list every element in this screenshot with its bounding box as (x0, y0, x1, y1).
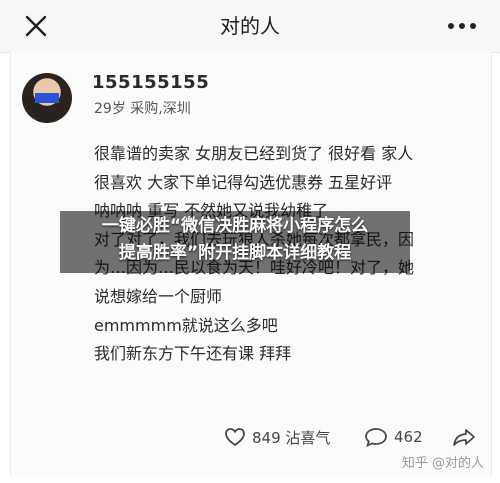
comment-button[interactable]: 462 (364, 424, 423, 450)
action-bar: 849 沾喜气 462 (0, 420, 500, 454)
heart-icon (225, 428, 245, 447)
avatar-censor-bar (35, 93, 59, 103)
message-line: 我们新东方下午还有课 拜拜 (94, 344, 292, 364)
message-line: 很喜欢 大家下单记得勾选优惠券 五星好评 (94, 172, 393, 192)
message-line: emmmmm就说这么多吧 (94, 315, 278, 335)
user-meta: 29岁 采购,深圳 (94, 101, 191, 117)
more-icon (448, 23, 476, 29)
share-button[interactable] (452, 424, 482, 450)
message-line: 说想嫁给一个厨师 (94, 286, 223, 306)
banner-line: 一键必胜“微信决胜麻将小程序怎么 (101, 216, 369, 236)
comment-icon (365, 428, 387, 447)
message-line: 很靠谱的卖家 女朋友已经到货了 很好看 家人 (94, 144, 414, 163)
like-button[interactable]: 849 沾喜气 (224, 424, 330, 450)
comment-count: 462 (394, 428, 423, 446)
top-bar: 对的人 (0, 0, 500, 53)
like-count: 849 沾喜气 (252, 428, 331, 447)
page-title: 对的人 (220, 14, 280, 38)
avatar[interactable] (22, 73, 72, 123)
more-button[interactable] (444, 12, 480, 40)
share-icon (453, 429, 475, 446)
banner-text: 一键必胜“微信决胜麻将小程序怎么 提高胜率”附开挂脚本详细教程 (60, 213, 410, 267)
watermark: 知乎 @对的人 (401, 456, 484, 471)
username[interactable]: 155155155 (92, 72, 209, 93)
banner-line: 提高胜率”附开挂脚本详细教程 (118, 243, 352, 263)
